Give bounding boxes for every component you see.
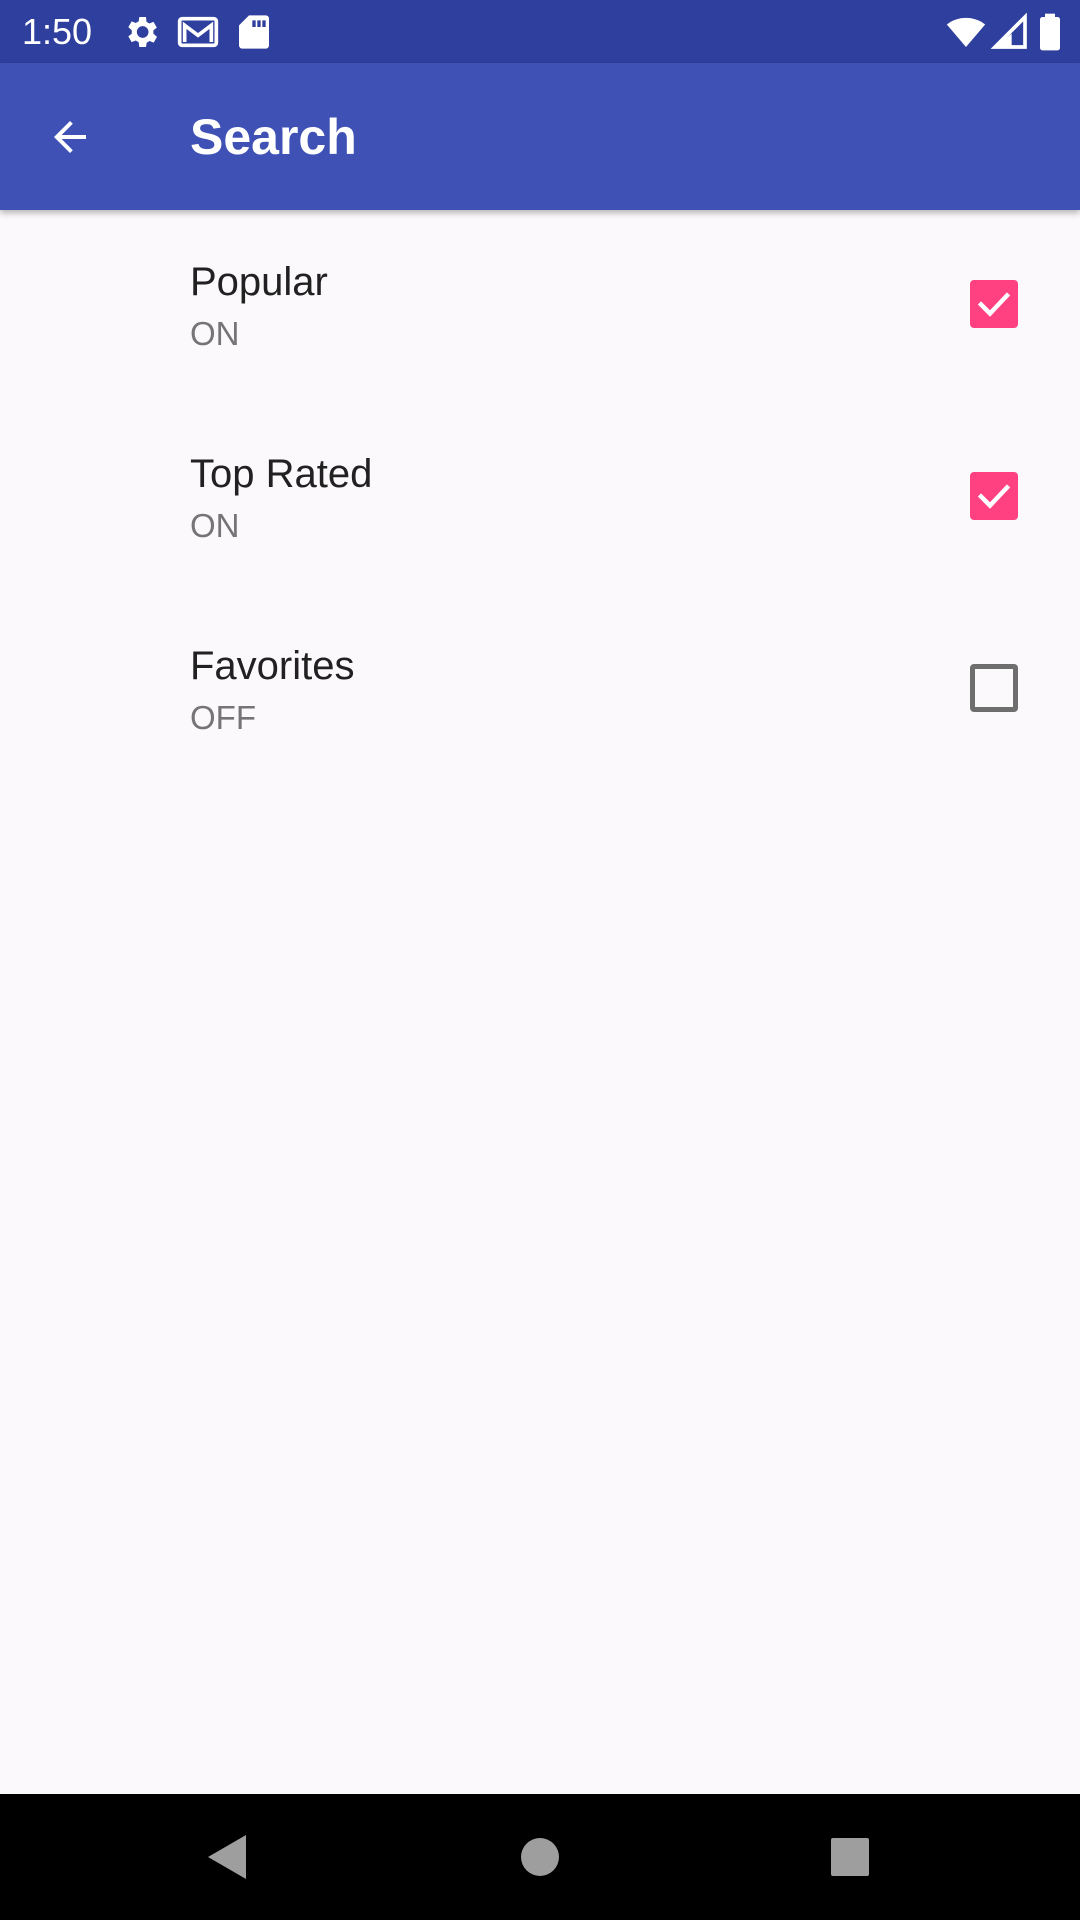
- navigation-bar: [0, 1794, 1080, 1920]
- settings-icon: [121, 12, 161, 52]
- nav-home-button[interactable]: [505, 1822, 575, 1892]
- wifi-icon: [944, 12, 988, 52]
- back-button[interactable]: [30, 97, 110, 177]
- page-title: Search: [190, 109, 357, 165]
- check-icon: [977, 292, 1011, 317]
- pref-summary: ON: [190, 507, 240, 544]
- nav-back-button[interactable]: [191, 1822, 261, 1892]
- pref-item-favorites[interactable]: Favorites OFF: [0, 594, 1080, 786]
- pref-summary: ON: [190, 315, 240, 352]
- app-bar: Search: [0, 63, 1080, 210]
- preference-list: Popular ON Top Rated ON Favorites OFF: [0, 210, 1080, 786]
- signal-icon: [990, 12, 1030, 52]
- status-bar: 1:50: [0, 0, 1080, 63]
- pref-summary: OFF: [190, 699, 256, 736]
- gmail-icon: [176, 12, 220, 52]
- pref-title: Favorites: [190, 644, 355, 688]
- top-rated-checkbox[interactable]: [970, 472, 1018, 520]
- status-time: 1:50: [22, 11, 93, 52]
- battery-icon: [1036, 12, 1064, 52]
- popular-checkbox[interactable]: [970, 280, 1018, 328]
- home-circle-icon: [521, 1838, 559, 1876]
- sd-card-icon: [236, 12, 272, 52]
- arrow-back-icon: [54, 121, 86, 153]
- recents-square-icon: [831, 1838, 869, 1876]
- back-triangle-icon: [208, 1835, 246, 1879]
- pref-title: Top Rated: [190, 452, 373, 496]
- check-icon: [977, 484, 1011, 509]
- pref-item-popular[interactable]: Popular ON: [0, 210, 1080, 402]
- pref-item-top-rated[interactable]: Top Rated ON: [0, 402, 1080, 594]
- pref-title: Popular: [190, 260, 328, 304]
- nav-recents-button[interactable]: [815, 1822, 885, 1892]
- favorites-checkbox[interactable]: [970, 664, 1018, 712]
